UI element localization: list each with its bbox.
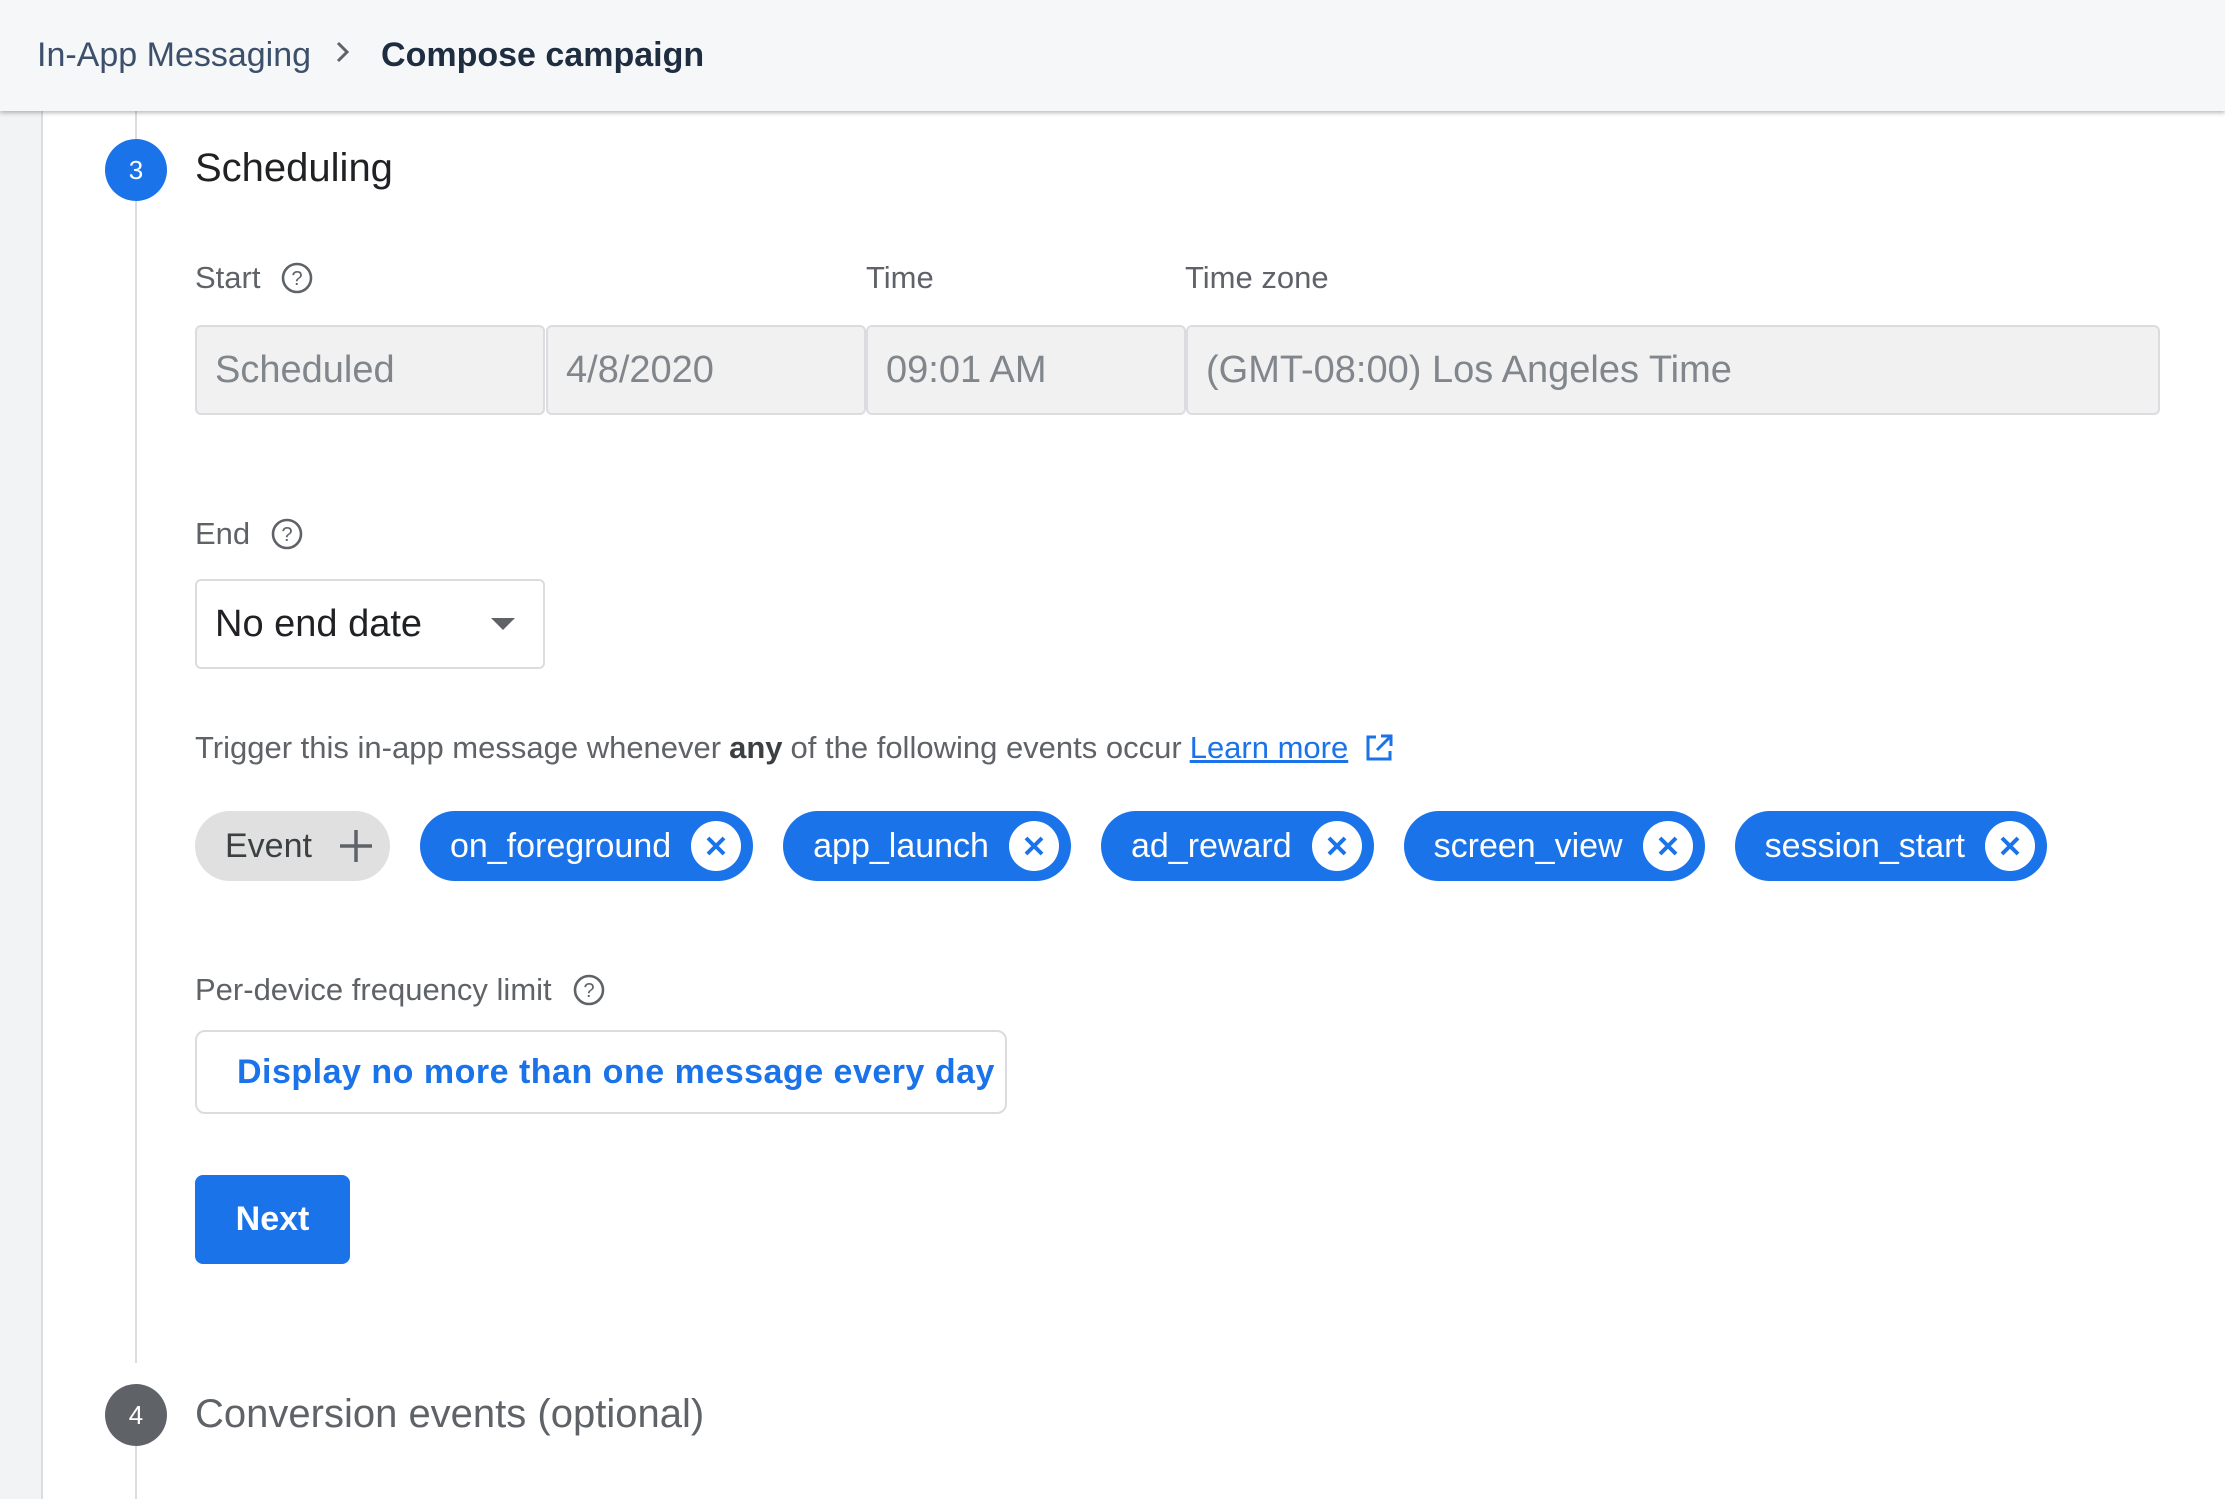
end-date-select[interactable]: No end date xyxy=(195,579,545,669)
trigger-text-bold: any xyxy=(729,730,783,765)
event-chip-label: ad_reward xyxy=(1130,826,1292,865)
remove-event-button[interactable] xyxy=(691,821,742,871)
breadcrumb: In-App Messaging Compose campaign xyxy=(37,36,704,75)
page: In-App Messaging Compose campaign 3 Sche… xyxy=(0,0,2225,1499)
trigger-text-before: Trigger this in-app message whenever xyxy=(195,730,722,765)
event-chip: screen_view xyxy=(1403,811,1705,881)
next-button[interactable]: Next xyxy=(195,1175,350,1264)
chevron-right-icon xyxy=(333,36,353,75)
event-chip-label: app_launch xyxy=(813,826,989,865)
svg-text:?: ? xyxy=(583,980,594,1002)
step-connector-bottom xyxy=(135,1446,137,1499)
trigger-description: Trigger this in-app message whenever any… xyxy=(195,730,1396,766)
breadcrumb-compose-campaign: Compose campaign xyxy=(381,36,705,74)
step-number-4: 4 xyxy=(105,1384,167,1446)
trigger-text-after: of the following events occur xyxy=(790,730,1182,765)
event-chips: Event on_foreground app_launch ad_reward… xyxy=(195,811,2047,881)
event-chip: on_foreground xyxy=(419,811,754,881)
help-icon[interactable]: ? xyxy=(572,973,606,1007)
step-number-3: 3 xyxy=(105,139,167,201)
open-in-new-icon[interactable] xyxy=(1362,731,1396,765)
step-connector xyxy=(135,201,137,1363)
time-label: Time xyxy=(866,260,934,295)
start-mode-field[interactable]: Scheduled xyxy=(195,325,545,415)
learn-more-link[interactable]: Learn more xyxy=(1190,730,1349,766)
remove-event-button[interactable] xyxy=(1311,821,1362,871)
close-icon xyxy=(1327,836,1347,856)
frequency-limit-button[interactable]: Display no more than one message every d… xyxy=(195,1030,1007,1114)
start-time-field[interactable]: 09:01 AM xyxy=(866,325,1186,415)
top-bar: In-App Messaging Compose campaign xyxy=(0,0,2225,111)
end-label: End ? xyxy=(195,516,304,552)
plus-icon xyxy=(339,830,372,862)
dropdown-arrow-icon xyxy=(491,618,515,630)
frequency-label-text: Per-device frequency limit xyxy=(195,972,552,1007)
step-title-scheduling: Scheduling xyxy=(195,146,393,190)
start-date-field[interactable]: 4/8/2020 xyxy=(546,325,866,415)
frequency-label: Per-device frequency limit ? xyxy=(195,972,606,1008)
remove-event-button[interactable] xyxy=(1008,821,1059,871)
help-icon[interactable]: ? xyxy=(270,517,304,551)
close-icon xyxy=(1658,836,1678,856)
breadcrumb-in-app-messaging[interactable]: In-App Messaging xyxy=(37,36,311,75)
event-chip: ad_reward xyxy=(1100,811,1374,881)
event-chip-label: screen_view xyxy=(1433,826,1623,865)
add-event-chip[interactable]: Event xyxy=(195,811,390,881)
svg-text:?: ? xyxy=(292,268,303,290)
timezone-label: Time zone xyxy=(1185,260,1329,295)
close-icon xyxy=(1024,836,1044,856)
close-icon xyxy=(2000,836,2020,856)
close-icon xyxy=(706,836,726,856)
event-chip-label: on_foreground xyxy=(449,826,672,865)
event-chip-label: session_start xyxy=(1764,826,1965,865)
start-label: Start ? xyxy=(195,260,314,296)
step-title-conversion-events[interactable]: Conversion events (optional) xyxy=(195,1392,704,1437)
add-event-label: Event xyxy=(225,826,312,865)
svg-text:?: ? xyxy=(282,524,293,546)
help-icon[interactable]: ? xyxy=(280,261,314,295)
timezone-field[interactable]: (GMT-08:00) Los Angeles Time xyxy=(1186,325,2160,415)
event-chip: session_start xyxy=(1734,811,2047,881)
remove-event-button[interactable] xyxy=(1984,821,2035,871)
remove-event-button[interactable] xyxy=(1642,821,1693,871)
step-connector-top xyxy=(135,111,137,139)
start-label-text: Start xyxy=(195,260,261,295)
end-label-text: End xyxy=(195,516,251,551)
event-chip: app_launch xyxy=(783,811,1071,881)
left-gutter xyxy=(0,0,43,1499)
end-date-select-value: No end date xyxy=(215,602,423,645)
